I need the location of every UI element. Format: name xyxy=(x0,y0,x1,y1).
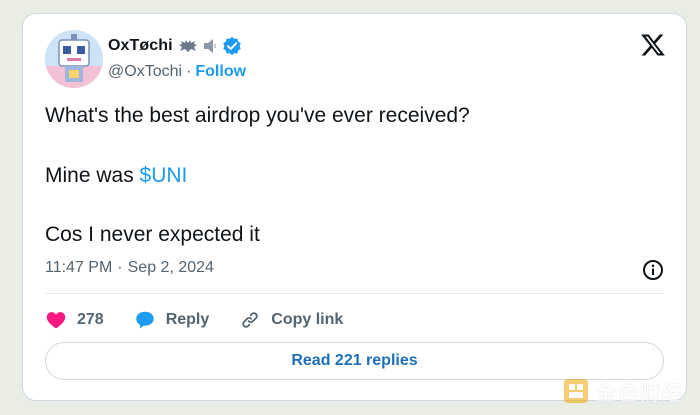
copy-link-label: Copy link xyxy=(271,311,344,328)
tweet-card: OxTøchi @OxTochi · Follow What's the bes… xyxy=(22,13,687,401)
tweet-time[interactable]: 11:47 PM xyxy=(45,259,112,277)
reply-bubble-icon xyxy=(135,311,154,329)
tweet-date[interactable]: Sep 2, 2024 xyxy=(128,259,214,277)
handle-row: @OxTochi · Follow xyxy=(108,63,246,81)
follow-button[interactable]: Follow xyxy=(195,63,246,81)
divider xyxy=(45,293,664,294)
author-name-row: OxTøchi xyxy=(108,35,242,57)
avatar[interactable] xyxy=(45,30,103,88)
heart-icon xyxy=(46,312,66,329)
tweet-text-line-3: Cos I never expected it xyxy=(45,223,260,246)
watermark-text: 金色财经 xyxy=(596,382,684,405)
separator-dot: · xyxy=(186,63,192,80)
speaker-emoji-icon xyxy=(203,38,217,54)
tweet-text-mine-was: Mine was xyxy=(45,164,140,187)
watermark-logo-icon xyxy=(564,379,588,403)
copy-link-button[interactable]: Copy link xyxy=(239,309,343,331)
like-count: 278 xyxy=(77,311,104,328)
reply-label: Reply xyxy=(165,311,210,328)
watermark: 金色财经 xyxy=(562,374,684,408)
handle[interactable]: @OxTochi xyxy=(108,63,182,81)
robot-avatar-image xyxy=(45,30,103,88)
bat-emoji-icon xyxy=(178,38,198,54)
verified-badge-icon xyxy=(222,36,242,56)
link-icon xyxy=(242,312,258,328)
info-icon[interactable] xyxy=(642,259,664,281)
tweet-text-line-1: What's the best airdrop you've ever rece… xyxy=(45,104,470,127)
reply-button[interactable]: Reply xyxy=(134,309,210,331)
timestamp-row: 11:47 PM · Sep 2, 2024 xyxy=(45,259,214,277)
timestamp-separator: · xyxy=(117,259,123,276)
cashtag-link[interactable]: $UNI xyxy=(140,164,188,187)
tweet-text-line-2: Mine was $UNI xyxy=(45,163,187,189)
action-bar: 278 Reply Copy link xyxy=(45,304,373,336)
display-name[interactable]: OxTøchi xyxy=(108,37,173,55)
like-button[interactable]: 278 xyxy=(45,309,104,331)
x-logo-icon[interactable] xyxy=(640,32,666,58)
